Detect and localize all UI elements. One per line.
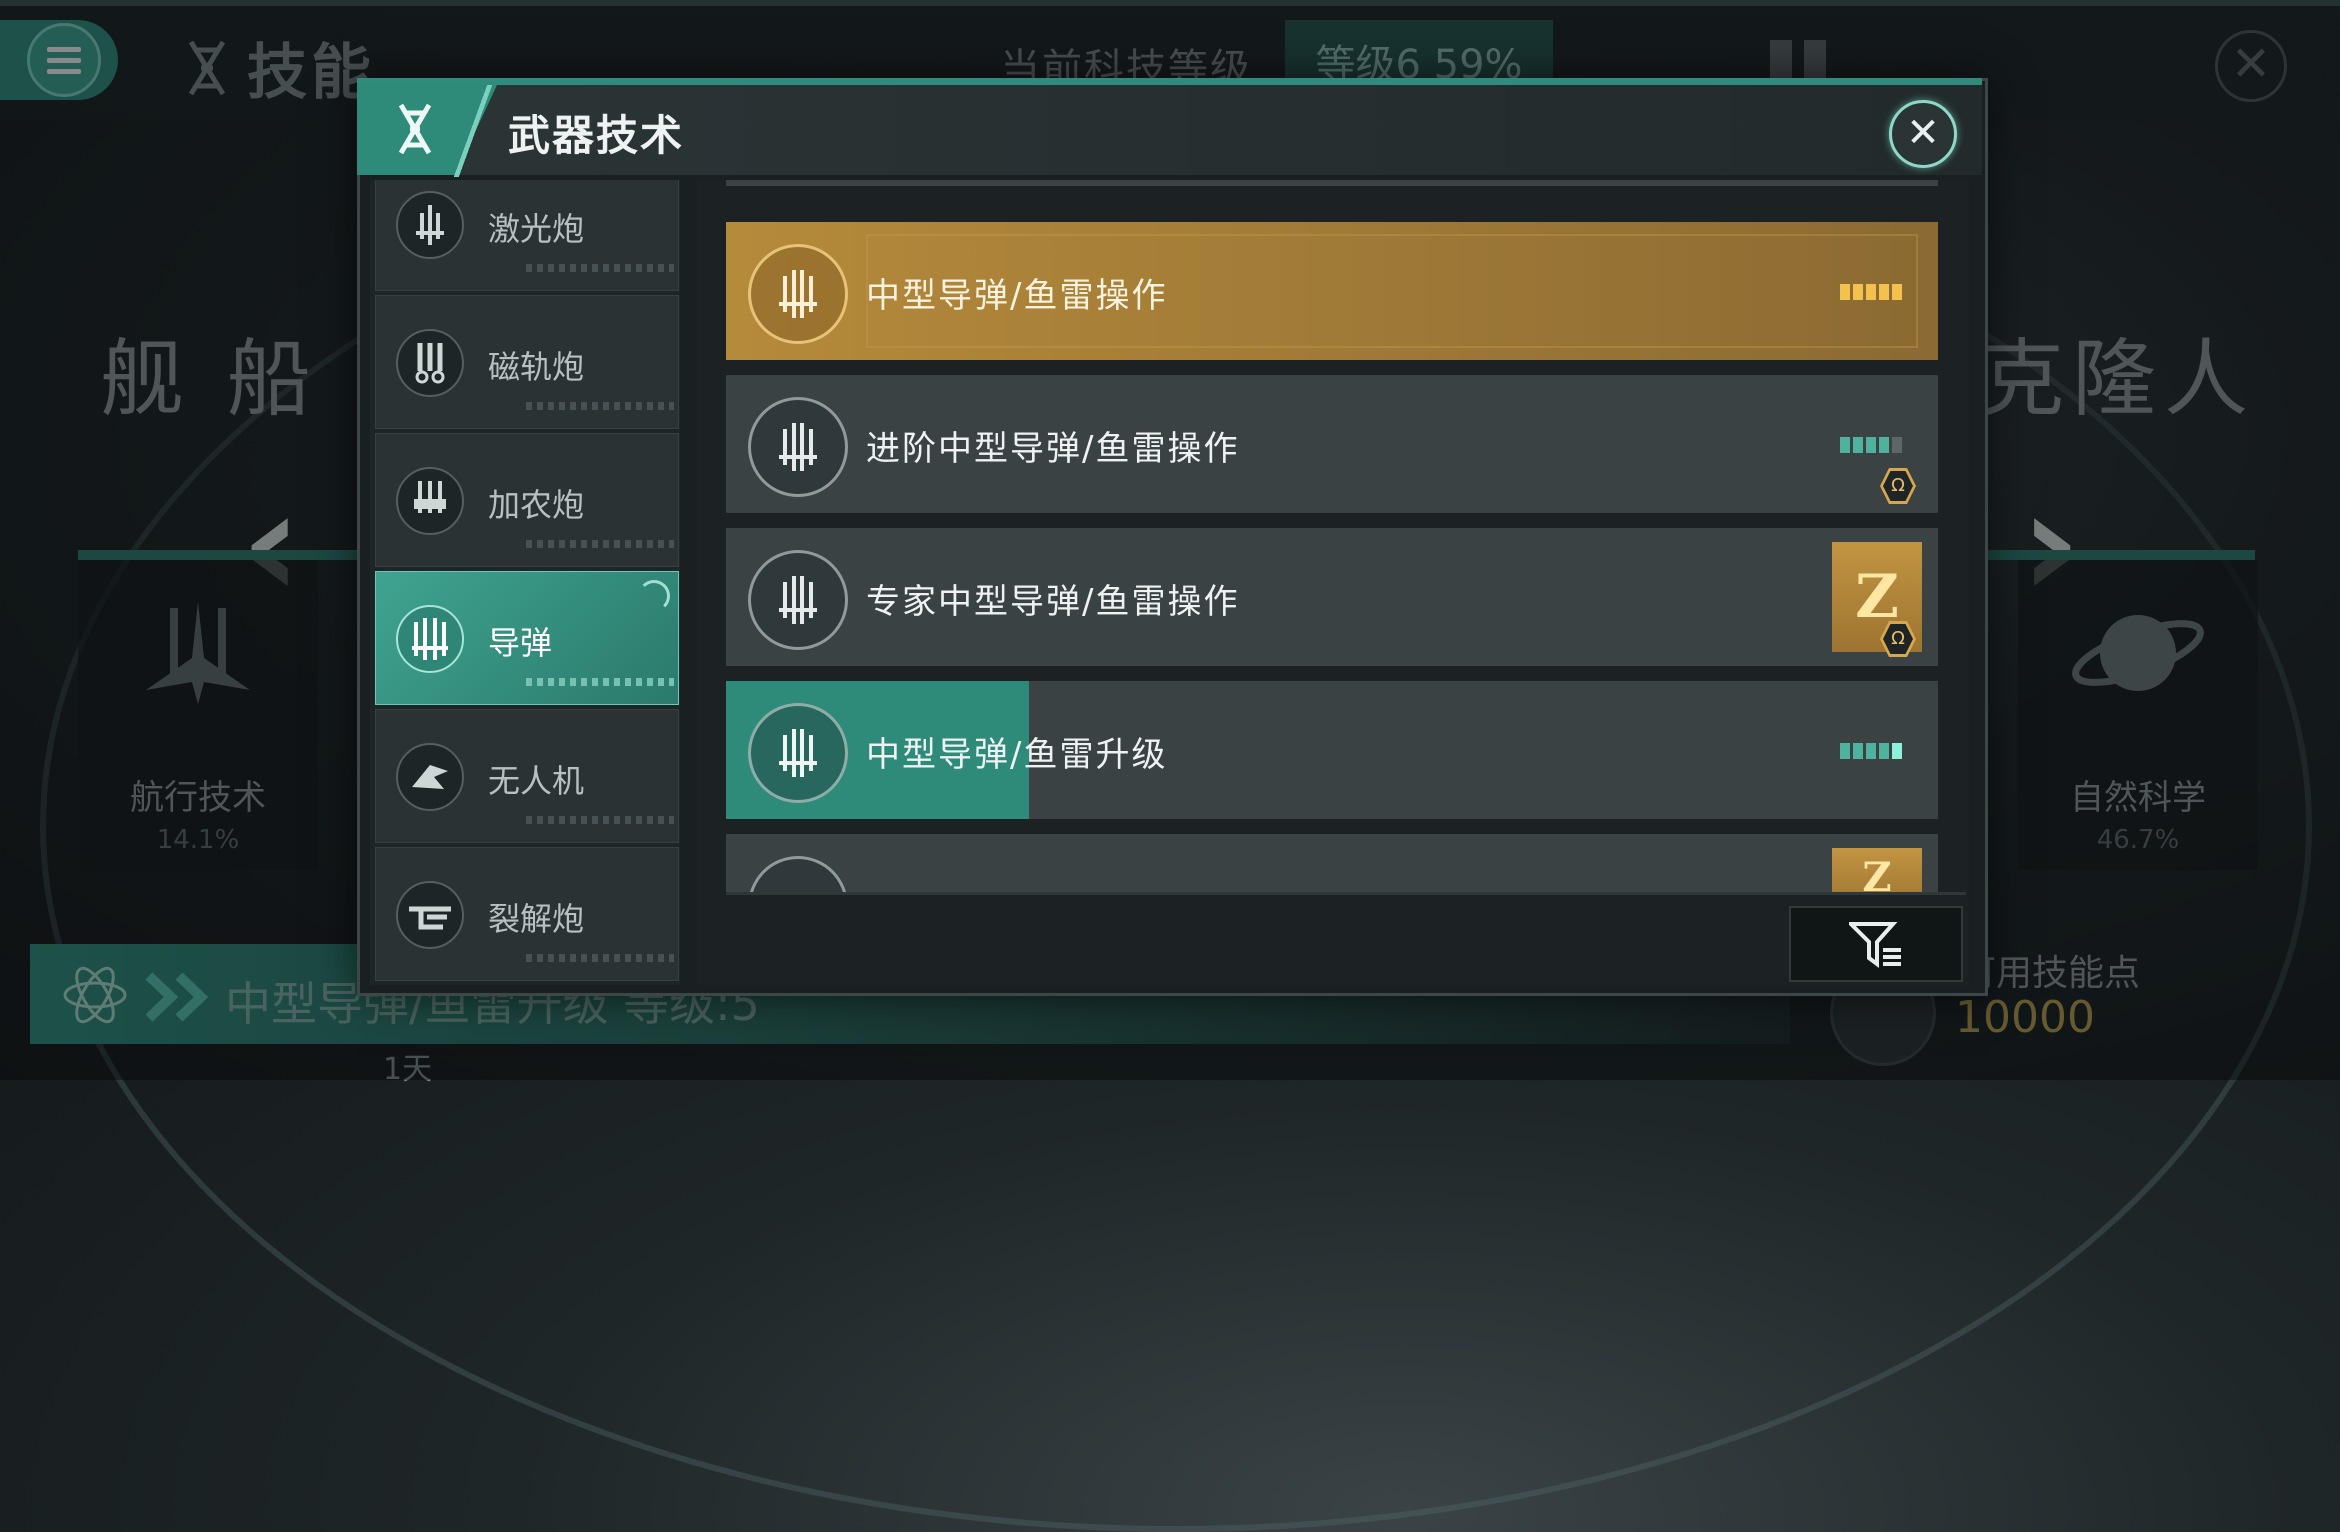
drone-icon bbox=[396, 743, 464, 811]
category-progress-dots bbox=[526, 540, 674, 548]
skill-name: 中型导弹/鱼雷升级 bbox=[866, 735, 1168, 775]
category-disintegrator[interactable]: 裂解炮 bbox=[375, 847, 679, 981]
loading-spinner-icon bbox=[638, 580, 670, 612]
weapon-category-sidebar[interactable]: 激光炮 磁轨炮 加农炮 导弹 无人机 裂解炮 bbox=[370, 180, 680, 985]
disintegrator-icon bbox=[396, 881, 464, 949]
category-progress-dots bbox=[526, 678, 674, 686]
laser-icon bbox=[396, 191, 464, 259]
modal-close-button[interactable]: ✕ bbox=[1889, 100, 1957, 168]
category-label: 激光炮 bbox=[488, 210, 585, 248]
category-label: 磁轨炮 bbox=[488, 348, 585, 386]
railgun-icon bbox=[396, 329, 464, 397]
missile-skill-icon bbox=[748, 856, 848, 894]
missile-icon bbox=[396, 605, 464, 673]
category-drone[interactable]: 无人机 bbox=[375, 709, 679, 843]
missile-skill-icon bbox=[748, 703, 848, 803]
missile-skill-icon bbox=[748, 397, 848, 497]
skill-row[interactable]: 进阶中型导弹/鱼雷操作 Ω bbox=[726, 375, 1938, 513]
missile-skill-icon bbox=[748, 550, 848, 650]
skill-name: 专家中型导弹/鱼雷操作 bbox=[866, 582, 1240, 622]
skill-row-partial-top[interactable] bbox=[726, 180, 1938, 186]
skill-level-indicator bbox=[1840, 743, 1902, 759]
skill-row[interactable]: 专家中型导弹/鱼雷操作 Z Ω bbox=[726, 528, 1938, 666]
skill-row-training[interactable]: 中型导弹/鱼雷升级 bbox=[726, 681, 1938, 819]
skill-list[interactable]: 中型导弹/鱼雷操作 进阶中型导弹/鱼雷操作 Ω 专家中型导弹/鱼雷操作 Z Ω … bbox=[697, 180, 1969, 985]
category-cannon[interactable]: 加农炮 bbox=[375, 433, 679, 567]
category-railgun[interactable]: 磁轨炮 bbox=[375, 295, 679, 429]
category-progress-dots bbox=[526, 816, 674, 824]
cannon-icon bbox=[396, 467, 464, 535]
skill-level-indicator bbox=[1840, 284, 1902, 300]
skill-name: 中型导弹/鱼雷操作 bbox=[866, 276, 1168, 316]
category-label: 无人机 bbox=[488, 762, 585, 800]
category-missile[interactable]: 导弹 bbox=[375, 571, 679, 705]
skill-row[interactable]: 中型导弹/鱼雷操作 bbox=[726, 222, 1938, 360]
list-divider bbox=[726, 892, 1966, 895]
filter-button[interactable] bbox=[1789, 906, 1963, 982]
category-label: 加农炮 bbox=[488, 486, 585, 524]
skill-level-indicator bbox=[1840, 437, 1902, 453]
category-progress-dots bbox=[526, 954, 674, 962]
missile-skill-icon bbox=[748, 244, 848, 344]
category-progress-dots bbox=[526, 264, 674, 272]
category-label: 裂解炮 bbox=[488, 900, 585, 938]
skill-name: 进阶中型导弹/鱼雷操作 bbox=[866, 429, 1240, 469]
skill-row-partial-bottom[interactable]: Z bbox=[726, 834, 1938, 894]
modal-top-accent bbox=[357, 78, 1982, 85]
dna-icon bbox=[398, 103, 432, 155]
category-laser[interactable]: 激光炮 bbox=[375, 180, 679, 291]
skill-book-badge: Z bbox=[1832, 848, 1922, 894]
modal-title: 武器技术 bbox=[508, 111, 685, 160]
filter-icon bbox=[1849, 922, 1901, 968]
category-progress-dots bbox=[526, 402, 674, 410]
category-label: 导弹 bbox=[488, 624, 553, 662]
